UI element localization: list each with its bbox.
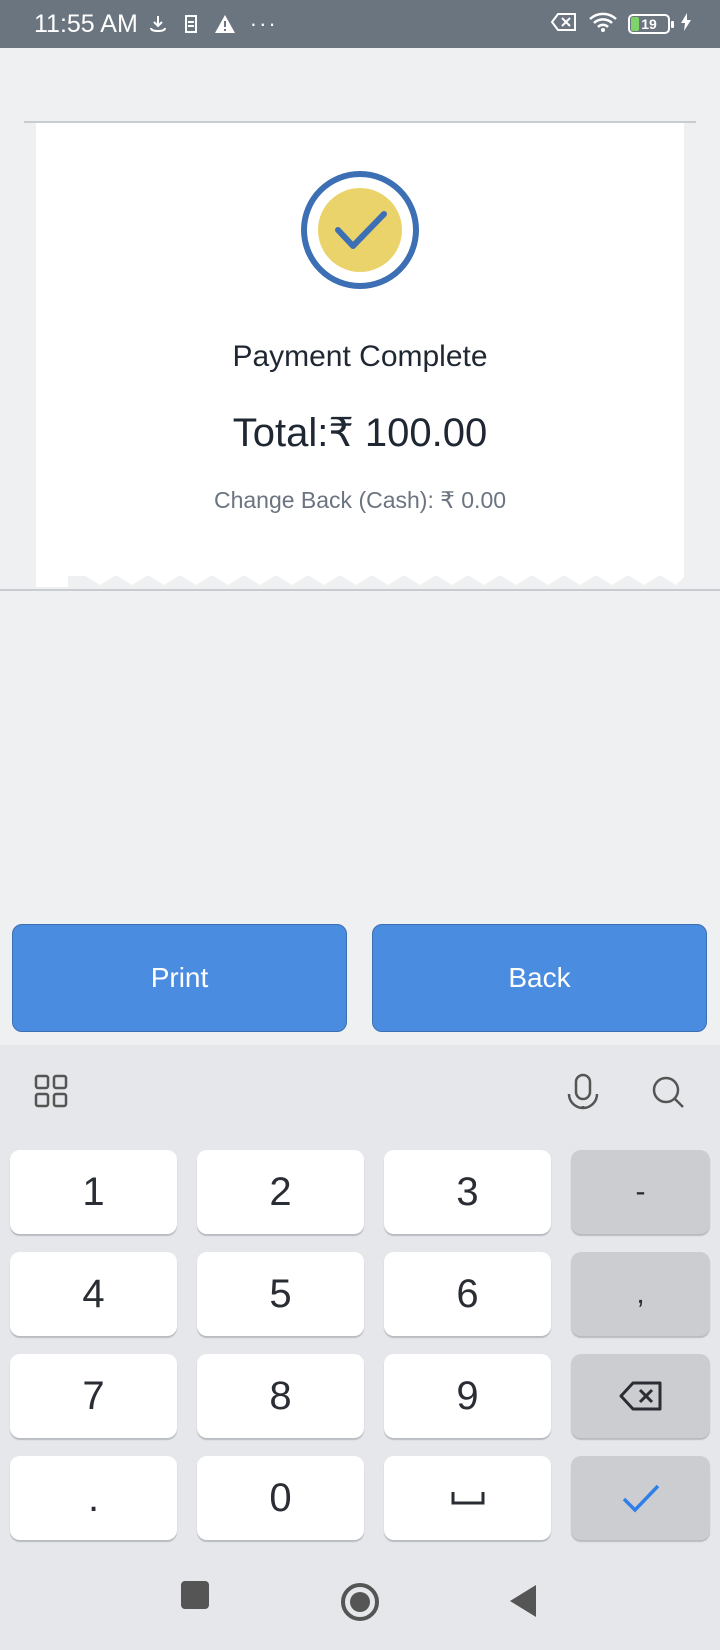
battery-icon: 19 [628,14,674,34]
home-circle-icon[interactable] [340,1582,380,1622]
status-time: 11:55 AM [34,9,138,38]
apps-grid-icon[interactable] [32,1072,72,1112]
wifi-icon [588,11,618,38]
search-icon[interactable] [648,1072,688,1112]
space-icon [451,1492,484,1505]
back-button[interactable]: Back [372,924,707,1032]
key-0[interactable]: 0 [197,1456,364,1540]
key-5[interactable]: 5 [197,1252,364,1336]
microphone-icon[interactable] [563,1072,603,1112]
key-4[interactable]: 4 [10,1252,177,1336]
key-minus[interactable]: - [571,1150,710,1234]
key-comma[interactable]: , [571,1252,710,1336]
space-key[interactable] [384,1456,551,1540]
back-triangle-icon[interactable] [508,1584,538,1618]
status-icons-left: ··· [148,11,278,37]
backspace-icon [619,1381,661,1411]
key-3[interactable]: 3 [384,1150,551,1234]
status-bar: 11:55 AM ··· 19 [0,0,720,48]
download-icon [148,14,168,34]
sim-icon [182,14,200,34]
key-8[interactable]: 8 [197,1354,364,1438]
check-circle-icon [301,171,419,289]
key-1[interactable]: 1 [10,1150,177,1234]
key-9[interactable]: 9 [384,1354,551,1438]
battery-level: 19 [641,16,657,32]
receipt-divider [0,589,720,591]
more-notifications: ··· [249,11,278,36]
numeric-keyboard [0,1045,720,1650]
key-6[interactable]: 6 [384,1252,551,1336]
print-button[interactable]: Print [12,924,347,1032]
warning-icon [214,14,236,34]
no-sim-icon [550,12,578,37]
payment-total: Total:₹ 100.00 [232,411,488,455]
key-7[interactable]: 7 [10,1354,177,1438]
status-icons-right: 19 [550,0,692,48]
key-2[interactable]: 2 [197,1150,364,1234]
receipt-torn-edge [36,573,684,587]
payment-status-title: Payment Complete [232,340,488,373]
key-dot[interactable]: . [10,1456,177,1540]
backspace-key[interactable] [571,1354,710,1438]
change-back-amount: Change Back (Cash): ₹ 0.00 [213,487,507,513]
enter-key[interactable] [571,1456,710,1540]
charging-icon [680,12,692,37]
enter-check-icon [622,1484,659,1513]
recents-square-icon[interactable] [180,1580,210,1610]
